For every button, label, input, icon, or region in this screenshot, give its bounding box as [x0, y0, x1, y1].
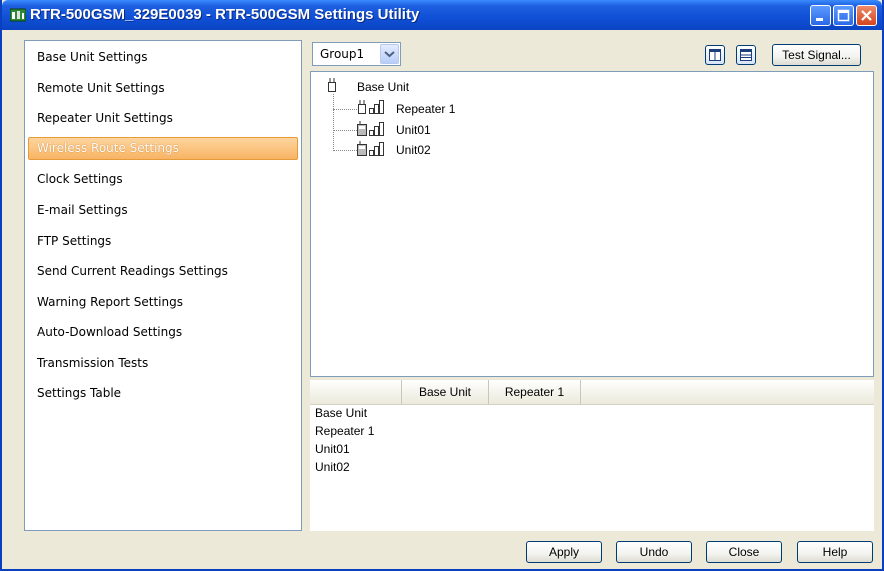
base-unit-icon [328, 78, 336, 92]
close-icon [861, 10, 872, 21]
table-row[interactable]: Unit02 [315, 460, 350, 474]
split-horizontal-view-button[interactable] [736, 45, 756, 65]
tree-node-repeater-1[interactable]: Repeater 1 [396, 102, 455, 116]
column-header-blank[interactable] [310, 380, 402, 404]
sidebar-item-remote-unit-settings[interactable]: Remote Unit Settings [28, 77, 298, 100]
column-header-repeater-1[interactable]: Repeater 1 [489, 380, 581, 404]
sidebar-item-repeater-unit-settings[interactable]: Repeater Unit Settings [28, 107, 298, 130]
table-row[interactable]: Base Unit [315, 406, 367, 420]
minimize-icon [816, 18, 823, 21]
logger-unit-icon [357, 121, 384, 136]
sidebar-item-clock-settings[interactable]: Clock Settings [28, 168, 298, 191]
group-dropdown-button[interactable] [380, 44, 399, 64]
route-table: Base Unit Repeater 1 Base Unit Repeater … [310, 380, 874, 531]
split-vertical-icon [709, 49, 721, 61]
logger-unit-icon [357, 141, 384, 156]
sidebar-item-auto-download-settings[interactable]: Auto-Download Settings [28, 321, 298, 344]
help-button[interactable]: Help [797, 541, 873, 563]
undo-button[interactable]: Undo [616, 541, 692, 563]
sidebar-item-email-settings[interactable]: E-mail Settings [28, 199, 298, 222]
split-vertical-view-button[interactable] [705, 45, 725, 65]
tree-connector [333, 109, 357, 110]
group-select[interactable]: Group1 [312, 42, 401, 66]
column-header-base-unit[interactable]: Base Unit [402, 380, 489, 404]
test-signal-button[interactable]: Test Signal... [772, 44, 861, 66]
main-panel: Group1 Test Signal... Base Unit Repeater… [305, 40, 881, 531]
sidebar-item-ftp-settings[interactable]: FTP Settings [28, 230, 298, 253]
sidebar-item-send-current-readings-settings[interactable]: Send Current Readings Settings [28, 260, 298, 283]
sidebar-item-warning-report-settings[interactable]: Warning Report Settings [28, 291, 298, 314]
sidebar-item-transmission-tests[interactable]: Transmission Tests [28, 352, 298, 375]
app-icon [10, 8, 26, 22]
title-bar[interactable]: RTR-500GSM_329E0039 - RTR-500GSM Setting… [2, 0, 882, 30]
table-header: Base Unit Repeater 1 [310, 380, 874, 405]
maximize-icon [837, 9, 850, 22]
sidebar-item-settings-table[interactable]: Settings Table [28, 382, 298, 405]
group-select-value: Group1 [320, 47, 365, 61]
chevron-down-icon [384, 51, 395, 58]
left-margin [2, 30, 24, 569]
split-horizontal-icon [740, 49, 752, 61]
minimize-button[interactable] [810, 5, 831, 26]
tree-connector [333, 94, 334, 151]
close-window-button[interactable] [856, 5, 877, 26]
route-tree[interactable]: Base Unit Repeater 1 Unit01 Unit02 [310, 71, 874, 377]
repeater-icon [358, 100, 384, 114]
button-bar: Apply Undo Close Help [24, 531, 881, 569]
tree-node-base-unit[interactable]: Base Unit [357, 80, 409, 94]
tree-node-unit01[interactable]: Unit01 [396, 123, 431, 137]
maximize-button[interactable] [833, 5, 854, 26]
sidebar-item-base-unit-settings[interactable]: Base Unit Settings [28, 46, 298, 69]
table-row[interactable]: Unit01 [315, 442, 350, 456]
apply-button[interactable]: Apply [526, 541, 602, 563]
app-window: RTR-500GSM_329E0039 - RTR-500GSM Setting… [0, 0, 884, 571]
table-row[interactable]: Repeater 1 [315, 424, 374, 438]
tree-node-unit02[interactable]: Unit02 [396, 143, 431, 157]
tree-connector [333, 130, 357, 131]
window-title: RTR-500GSM_329E0039 - RTR-500GSM Setting… [30, 6, 420, 23]
tree-connector [333, 150, 357, 151]
sidebar-item-wireless-route-settings[interactable]: Wireless Route Settings [28, 137, 298, 160]
settings-sidebar: Base Unit Settings Remote Unit Settings … [24, 40, 302, 531]
close-button[interactable]: Close [706, 541, 782, 563]
